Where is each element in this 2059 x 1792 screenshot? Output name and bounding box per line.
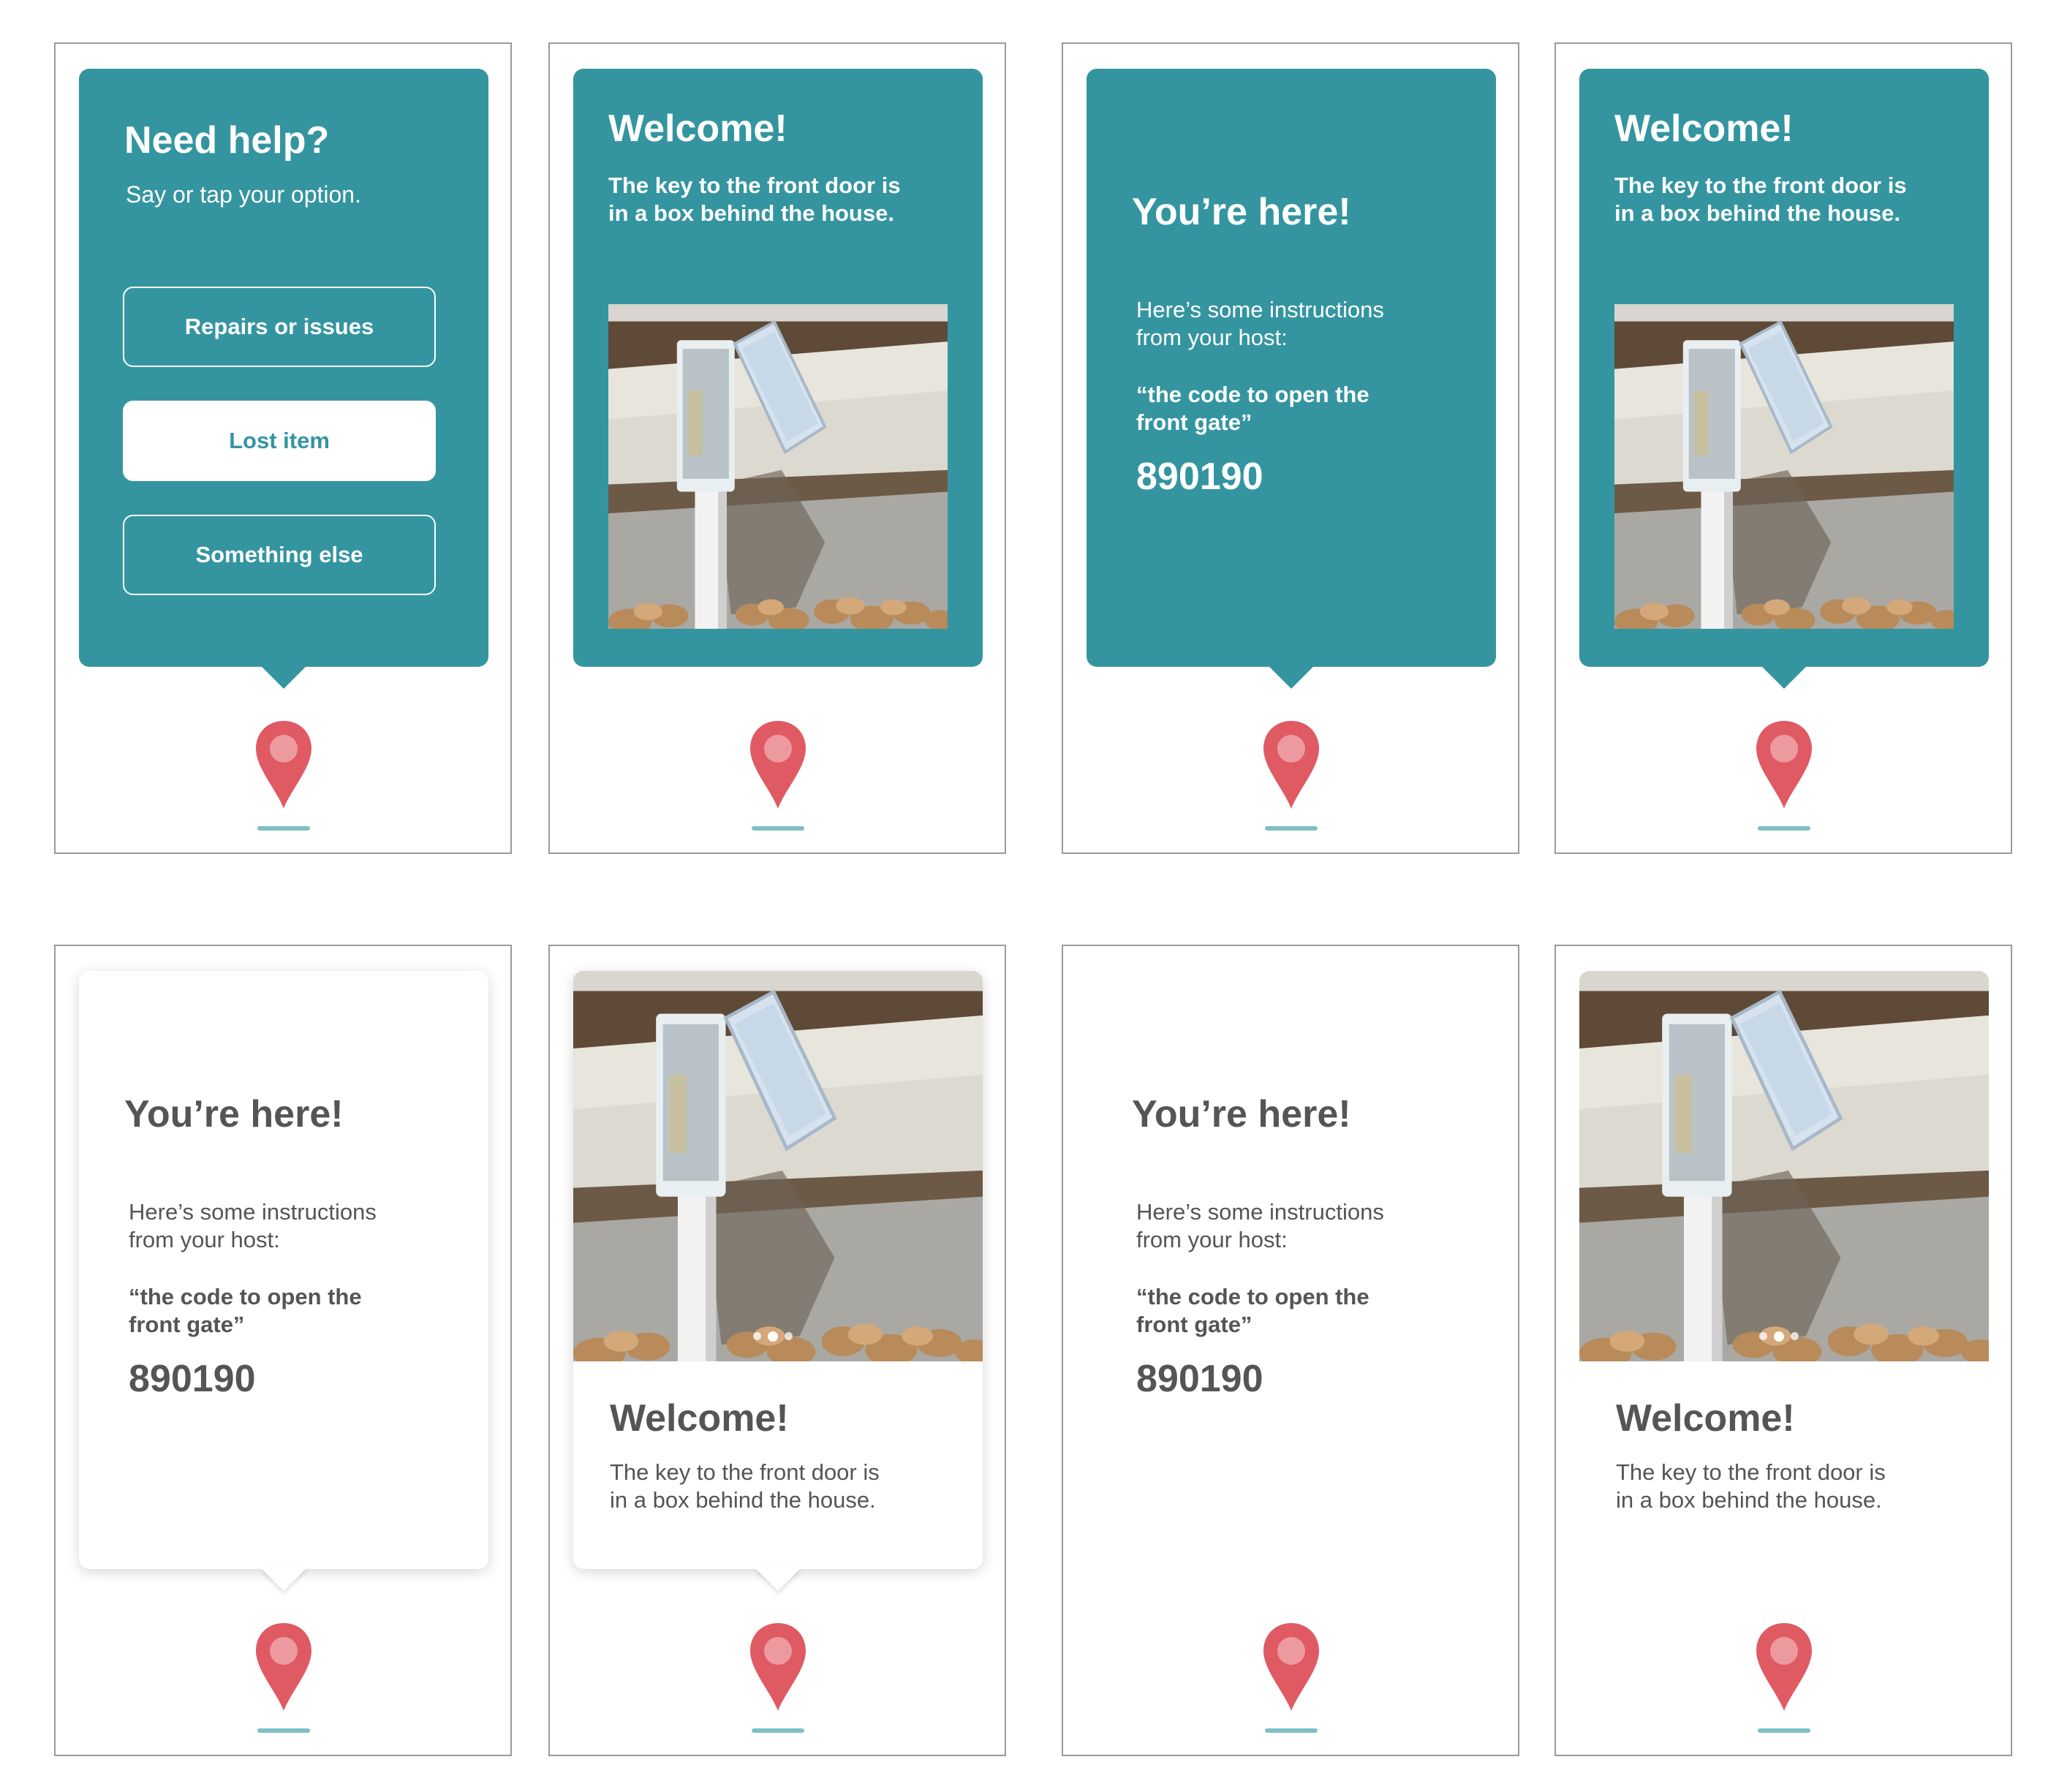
map-pin-icon[interactable]: [749, 1622, 807, 1712]
here-quote-line1: “the code to open the: [129, 1284, 362, 1309]
carousel-dots[interactable]: [1759, 1331, 1799, 1342]
lockbox-photo[interactable]: [1579, 971, 1989, 1361]
lockbox-photo: [1614, 304, 1954, 629]
welcome-body-line1: The key to the front door is: [608, 173, 901, 198]
here-quote-line2: front gate”: [1136, 409, 1253, 435]
here-quote-line1: “the code to open the: [1136, 1284, 1369, 1309]
welcome-title: Welcome!: [1614, 107, 1794, 150]
pin-underline: [1265, 826, 1318, 831]
here-title: You’re here!: [1132, 1093, 1351, 1135]
card-pointer: [1761, 665, 1807, 689]
pin-underline: [752, 1728, 804, 1733]
welcome-card: Welcome! The key to the front door is in…: [573, 971, 983, 1591]
welcome-content: Welcome! The key to the front door is in…: [1579, 971, 1989, 1569]
here-quote-line1: “the code to open the: [1136, 382, 1369, 407]
screen-need-help: Need help? Say or tap your option. Repai…: [54, 42, 512, 854]
map-pin-icon[interactable]: [1755, 719, 1813, 810]
lockbox-photo: [608, 304, 948, 629]
screen-welcome-plain: Welcome! The key to the front door is in…: [1554, 945, 2012, 1756]
welcome-body-line2: in a box behind the house.: [610, 1487, 876, 1513]
screen-welcome-teal: Welcome! The key to the front door is in…: [548, 42, 1006, 854]
here-quote-line2: front gate”: [1136, 1312, 1253, 1337]
map-pin-icon[interactable]: [254, 719, 313, 810]
here-code: 890190: [1136, 455, 1263, 498]
map-pin-icon[interactable]: [1262, 719, 1321, 810]
welcome-body-line2: in a box behind the house.: [1614, 200, 1900, 226]
card-pointer: [755, 1568, 801, 1591]
map-pin-icon[interactable]: [749, 719, 807, 810]
lockbox-photo[interactable]: [573, 971, 983, 1361]
here-title: You’re here!: [1132, 191, 1351, 233]
here-title: You’re here!: [124, 1093, 344, 1135]
welcome-card: Welcome! The key to the front door is in…: [1579, 69, 1989, 689]
help-card: Need help? Say or tap your option. Repai…: [79, 69, 488, 689]
here-code: 890190: [129, 1358, 256, 1400]
map-pin-icon[interactable]: [1262, 1622, 1321, 1712]
welcome-title: Welcome!: [608, 107, 787, 150]
pin-underline: [257, 1728, 310, 1733]
pin-underline: [1758, 1728, 1810, 1733]
screen-youre-here-teal: You’re here! Here’s some instructions fr…: [1062, 42, 1519, 854]
help-title: Need help?: [124, 119, 330, 162]
pin-underline: [1758, 826, 1810, 831]
welcome-title: Welcome!: [1616, 1397, 1795, 1440]
screen-youre-here-white: You’re here! Here’s some instructions fr…: [54, 945, 512, 1756]
carousel-dots[interactable]: [753, 1331, 793, 1342]
here-intro-line1: Here’s some instructions: [1136, 1199, 1384, 1225]
screen-youre-here-plain: You’re here! Here’s some instructions fr…: [1062, 945, 1519, 1756]
here-quote-line2: front gate”: [129, 1312, 245, 1337]
option-lost-item-button[interactable]: Lost item: [123, 401, 436, 481]
here-intro-line2: from your host:: [1136, 325, 1288, 350]
help-subtitle: Say or tap your option.: [126, 181, 361, 208]
welcome-body-line1: The key to the front door is: [610, 1459, 880, 1485]
screen-welcome-teal-pointer: Welcome! The key to the front door is in…: [1554, 42, 2012, 854]
screen-welcome-white: Welcome! The key to the front door is in…: [548, 945, 1006, 1756]
welcome-body-line2: in a box behind the house.: [608, 200, 894, 226]
here-card: You’re here! Here’s some instructions fr…: [79, 971, 488, 1591]
welcome-body-line2: in a box behind the house.: [1616, 1487, 1882, 1513]
welcome-body-line1: The key to the front door is: [1614, 173, 1907, 198]
map-pin-icon[interactable]: [1755, 1622, 1813, 1712]
card-pointer: [1268, 665, 1315, 689]
card-pointer: [260, 665, 307, 689]
here-content: You’re here! Here’s some instructions fr…: [1087, 971, 1496, 1569]
here-card: You’re here! Here’s some instructions fr…: [1087, 69, 1496, 689]
here-code: 890190: [1136, 1358, 1263, 1400]
here-intro-line1: Here’s some instructions: [129, 1199, 377, 1225]
here-intro-line1: Here’s some instructions: [1136, 297, 1384, 322]
option-something-else-button[interactable]: Something else: [123, 515, 436, 595]
map-pin-icon[interactable]: [254, 1622, 313, 1712]
pin-underline: [1265, 1728, 1318, 1733]
pin-underline: [752, 826, 804, 831]
here-intro-line2: from your host:: [129, 1227, 280, 1252]
option-repairs-button[interactable]: Repairs or issues: [123, 287, 436, 367]
pin-underline: [257, 826, 310, 831]
welcome-card: Welcome! The key to the front door is in…: [573, 69, 983, 667]
welcome-title: Welcome!: [610, 1397, 789, 1440]
card-pointer: [260, 1568, 307, 1591]
welcome-body-line1: The key to the front door is: [1616, 1459, 1886, 1485]
here-intro-line2: from your host:: [1136, 1227, 1288, 1252]
